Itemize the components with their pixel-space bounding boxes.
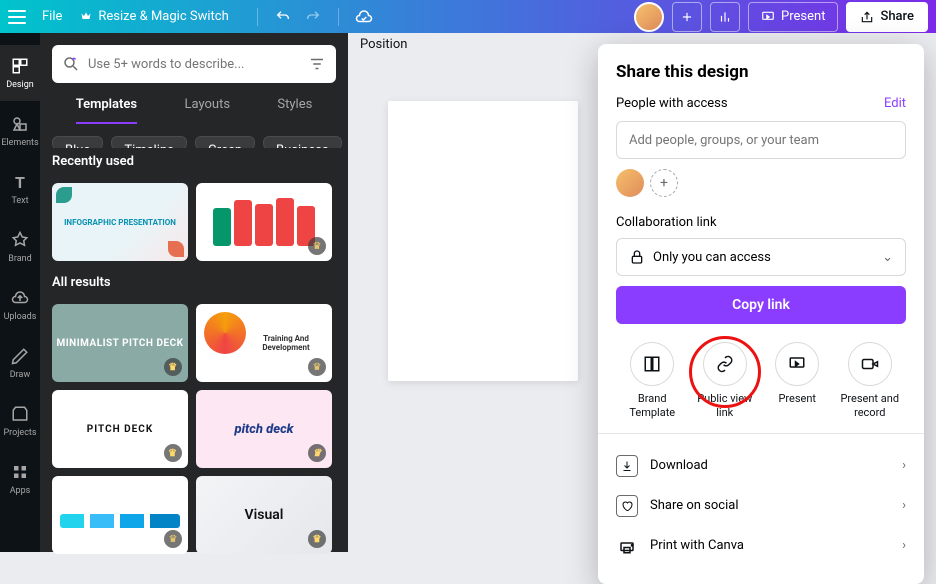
rail-design[interactable]: Design — [0, 45, 40, 101]
chevron-right-icon: › — [902, 538, 906, 553]
chip-business[interactable]: Business — [263, 136, 342, 148]
rail-apps[interactable]: Apps — [0, 451, 40, 507]
share-panel: Share this design People with access Edi… — [598, 44, 924, 584]
crown-icon — [80, 11, 92, 23]
chevron-right-icon: › — [902, 498, 906, 513]
cloud-sync-icon[interactable] — [349, 2, 379, 32]
crown-icon: ♛ — [308, 358, 326, 376]
analytics-button[interactable] — [710, 2, 740, 32]
search-icon — [62, 55, 80, 73]
menu-icon[interactable] — [8, 10, 26, 24]
template-thumb[interactable]: Visual♛ — [196, 476, 332, 554]
rail-elements[interactable]: Elements — [0, 103, 40, 159]
chevron-down-icon: ⌄ — [882, 250, 893, 265]
add-people-input[interactable] — [616, 121, 906, 159]
rail-text[interactable]: TText — [0, 161, 40, 217]
chip-timeline[interactable]: Timeline — [111, 136, 187, 148]
collab-link-label: Collaboration link — [616, 215, 906, 230]
template-thumb[interactable]: INFOGRAPHIC PRESENTATION — [52, 183, 188, 261]
tab-layouts[interactable]: Layouts — [184, 97, 230, 124]
search-input[interactable] — [88, 57, 300, 72]
undo-button[interactable] — [268, 2, 298, 32]
side-panel: Templates Layouts Styles Blue Timeline G… — [40, 33, 348, 552]
rail-draw[interactable]: Draw — [0, 335, 40, 391]
template-thumb[interactable]: ♛ — [196, 183, 332, 261]
share-button[interactable]: Share — [846, 2, 928, 32]
share-social-option[interactable]: Share on social › — [616, 486, 906, 526]
crown-icon: ♛ — [308, 237, 326, 255]
add-person-button[interactable]: + — [650, 169, 678, 197]
search-box[interactable] — [52, 45, 336, 83]
tab-styles[interactable]: Styles — [277, 97, 312, 124]
file-menu[interactable]: File — [42, 9, 62, 24]
heart-icon — [616, 495, 638, 517]
print-option[interactable]: Print with Canva › — [616, 526, 906, 566]
all-results-title: All results — [40, 269, 348, 296]
brand-template-option[interactable]: Brand Template — [617, 342, 687, 421]
template-thumb[interactable]: pitch deck♛ — [196, 390, 332, 468]
topbar: File Resize & Magic Switch Present Share — [0, 0, 936, 33]
chip-green[interactable]: Green — [195, 136, 255, 148]
icon-rail: Design Elements TText Brand Uploads Draw… — [0, 33, 40, 552]
crown-icon: ♛ — [164, 358, 182, 376]
user-avatar[interactable] — [634, 2, 664, 32]
filter-icon[interactable] — [308, 55, 326, 73]
resize-menu[interactable]: Resize & Magic Switch — [80, 9, 228, 24]
lock-icon — [629, 249, 645, 265]
crown-icon: ♛ — [164, 444, 182, 462]
crown-icon: ♛ — [308, 444, 326, 462]
share-title: Share this design — [616, 62, 906, 82]
crown-icon: ♛ — [164, 530, 182, 548]
template-thumb[interactable]: Training And Development♛ — [196, 304, 332, 382]
rail-brand[interactable]: Brand — [0, 219, 40, 275]
present-record-option[interactable]: Present and record — [835, 342, 905, 421]
access-select[interactable]: Only you can access ⌄ — [616, 238, 906, 276]
position-button[interactable]: Position — [360, 37, 407, 52]
template-thumb[interactable]: MINIMALIST PITCH DECK♛ — [52, 304, 188, 382]
chevron-right-icon: › — [902, 458, 906, 473]
chip-blue[interactable]: Blue — [52, 136, 103, 148]
crown-icon: ♛ — [308, 530, 326, 548]
template-thumb[interactable]: PITCH DECK♛ — [52, 390, 188, 468]
download-option[interactable]: Download › — [616, 446, 906, 486]
tab-templates[interactable]: Templates — [76, 97, 137, 124]
edit-access-link[interactable]: Edit — [884, 96, 906, 111]
rail-uploads[interactable]: Uploads — [0, 277, 40, 333]
copy-link-button[interactable]: Copy link — [616, 286, 906, 324]
redo-button[interactable] — [298, 2, 328, 32]
present-button[interactable]: Present — [748, 2, 838, 32]
people-access-label: People with access — [616, 96, 728, 111]
print-icon — [616, 535, 638, 557]
shared-avatar[interactable] — [616, 169, 644, 197]
rail-projects[interactable]: Projects — [0, 393, 40, 449]
template-thumb[interactable]: ♛ — [52, 476, 188, 554]
add-button[interactable] — [672, 2, 702, 32]
present-option[interactable]: Present — [762, 342, 832, 421]
download-icon — [616, 455, 638, 477]
canvas-page[interactable] — [388, 101, 578, 381]
recently-used-title: Recently used — [40, 148, 348, 175]
public-view-link-option[interactable]: Public view link — [690, 342, 760, 421]
